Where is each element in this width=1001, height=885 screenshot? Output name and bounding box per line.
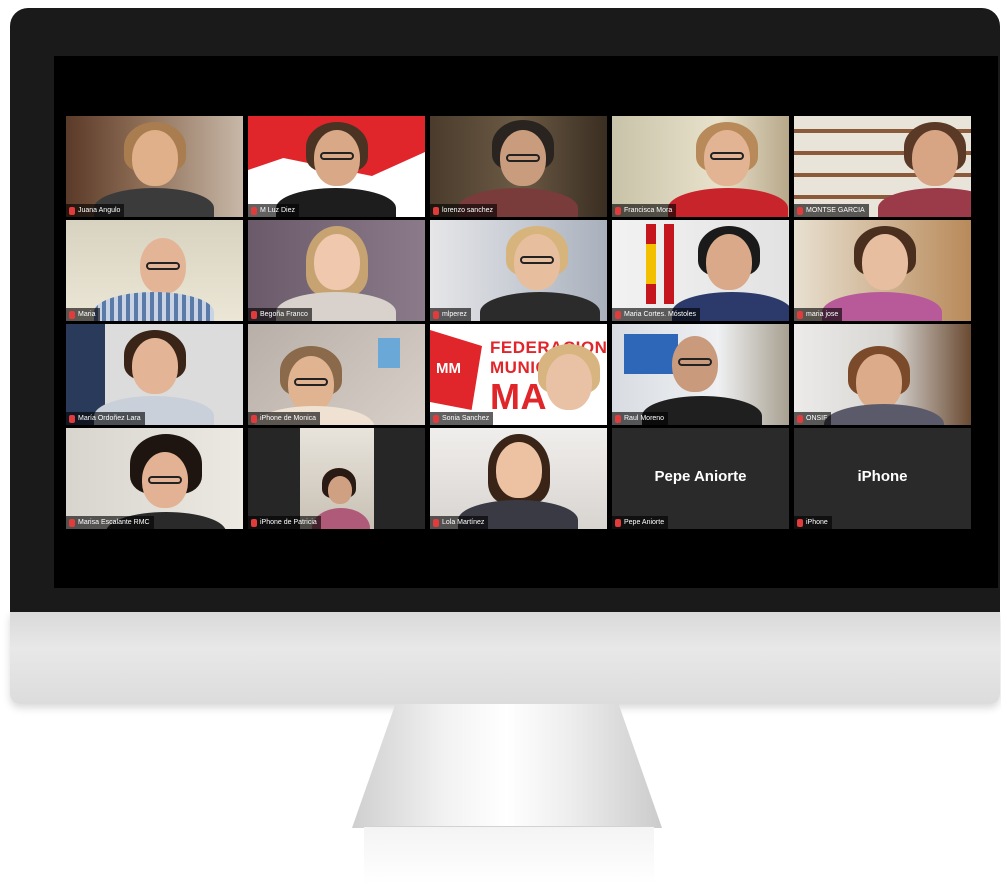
video-tile[interactable]: lorenzo sanchez (430, 116, 607, 217)
participant-name-label: iPhone de Patricia (248, 516, 321, 529)
muted-microphone-icon (69, 518, 75, 527)
video-tile[interactable]: iPhone de Monica (248, 324, 425, 425)
participant-name-label: lorenzo sanchez (430, 204, 497, 217)
participant-name-label: iPhone de Monica (248, 412, 321, 425)
muted-microphone-icon (797, 414, 803, 423)
muted-microphone-icon (251, 414, 257, 423)
participant-name-label: MONTSE GARCIA (794, 204, 869, 217)
video-tile[interactable]: mlperez (430, 220, 607, 321)
participant-display-name: Pepe Aniorte (654, 468, 747, 485)
video-tile[interactable]: iPhone de Patricia (248, 428, 425, 529)
participant-name-label: Maria Cortes. Móstoles (612, 308, 700, 321)
muted-microphone-icon (615, 206, 621, 215)
muted-microphone-icon (615, 518, 621, 527)
muted-microphone-icon (797, 206, 803, 215)
participant-name-label: Francisca Mora (612, 204, 677, 217)
video-tile-camera-off[interactable]: iPhone iPhone (794, 428, 971, 529)
video-tile[interactable]: ONSIF (794, 324, 971, 425)
participant-name-label: Lola Martínez (430, 516, 489, 529)
participant-name-label: Pepe Aniorte (612, 516, 669, 529)
muted-microphone-icon (615, 310, 621, 319)
muted-microphone-icon (433, 518, 439, 527)
muted-microphone-icon (69, 414, 75, 423)
participant-name-label: Sonia Sanchez (430, 412, 494, 425)
video-tile-active-speaker[interactable]: Raul Moreno (612, 324, 789, 425)
muted-microphone-icon (251, 310, 257, 319)
monitor-stand-neck (352, 704, 662, 828)
video-tile[interactable]: Juana Angulo (66, 116, 243, 217)
participant-name-label: Maria (66, 308, 100, 321)
muted-microphone-icon (797, 518, 803, 527)
video-tile[interactable]: Lola Martínez (430, 428, 607, 529)
video-tile[interactable]: maria jose (794, 220, 971, 321)
video-tile[interactable]: Begoña Franco (248, 220, 425, 321)
video-tile[interactable]: Francisca Mora (612, 116, 789, 217)
muted-microphone-icon (433, 310, 439, 319)
video-tile[interactable]: MM FEDERACION MUNICIPIOS MA Sonia Sanche… (430, 324, 607, 425)
fmm-logo-text: MM (436, 360, 461, 377)
gallery-view: Juana Angulo M Luz Diez lorenzo sanchez … (66, 116, 971, 529)
participant-name-label: Juana Angulo (66, 204, 125, 217)
participant-name-label: iPhone (794, 516, 832, 529)
participant-name-label: Marisa Escalante RMC (66, 516, 154, 529)
muted-microphone-icon (433, 206, 439, 215)
video-tile[interactable]: Maria (66, 220, 243, 321)
participant-name-label: ONSIF (794, 412, 832, 425)
muted-microphone-icon (615, 414, 621, 423)
video-tile[interactable]: María Ordoñez Lara (66, 324, 243, 425)
video-tile[interactable]: Marisa Escalante RMC (66, 428, 243, 529)
participant-name-label: M Luz Diez (248, 204, 300, 217)
monitor-stand-base (364, 826, 654, 885)
video-tile[interactable]: M Luz Diez (248, 116, 425, 217)
muted-microphone-icon (69, 310, 75, 319)
participant-name-label: María Ordoñez Lara (66, 412, 145, 425)
participant-display-name: iPhone (857, 468, 908, 485)
monitor-chin (10, 612, 1000, 704)
participant-name-label: Begoña Franco (248, 308, 312, 321)
muted-microphone-icon (433, 414, 439, 423)
participant-name-label: maria jose (794, 308, 843, 321)
muted-microphone-icon (251, 518, 257, 527)
muted-microphone-icon (69, 206, 75, 215)
video-tile-camera-off[interactable]: Pepe Aniorte Pepe Aniorte (612, 428, 789, 529)
participant-name-label: Raul Moreno (612, 412, 669, 425)
participant-name-label: mlperez (430, 308, 471, 321)
video-tile[interactable]: Maria Cortes. Móstoles (612, 220, 789, 321)
muted-microphone-icon (797, 310, 803, 319)
video-tile[interactable]: MONTSE GARCIA (794, 116, 971, 217)
muted-microphone-icon (251, 206, 257, 215)
